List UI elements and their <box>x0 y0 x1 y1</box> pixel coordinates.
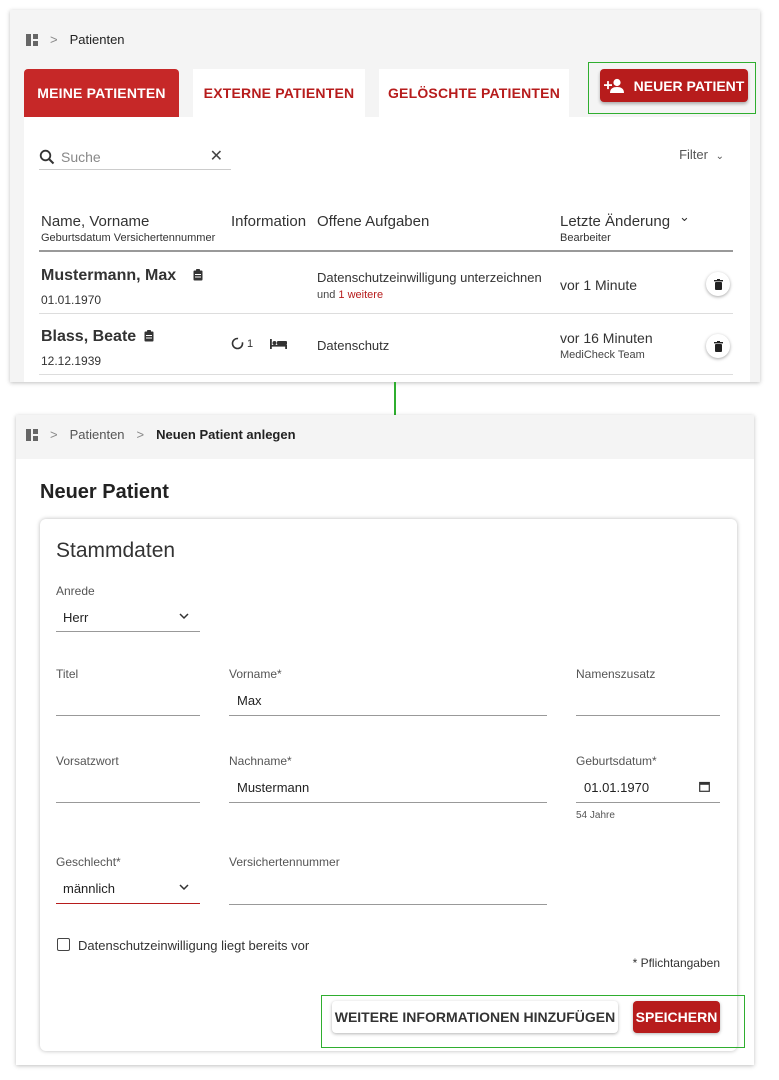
search-placeholder: Suche <box>61 148 101 165</box>
trash-icon <box>713 340 723 352</box>
tab-geloeschte-patienten[interactable]: GELÖSCHTE PATIENTEN <box>379 69 569 117</box>
patient-birthdate: 12.12.1939 <box>41 354 102 368</box>
nachname-underline <box>229 802 547 803</box>
delete-button[interactable] <box>706 272 730 296</box>
chevron-down-icon: ⌄ <box>715 151 724 162</box>
breadcrumb: > Patienten <box>26 32 125 47</box>
row-divider <box>39 313 733 314</box>
open-task: Datenschutz <box>317 338 390 353</box>
cycle-icon <box>231 337 244 350</box>
column-header-name[interactable]: Name, Vorname <box>41 213 149 230</box>
new-patient-panel: > Patienten > Neuen Patient anlegen Neue… <box>16 415 754 1065</box>
open-task-more: und 1 weitere <box>317 289 383 301</box>
vorsatzwort-label: Vorsatzwort <box>56 754 119 768</box>
nachname-label: Nachname* <box>229 754 292 768</box>
chevron-down-icon[interactable] <box>179 884 189 891</box>
namenszusatz-label: Namenszusatz <box>576 667 656 681</box>
section-title: Stammdaten <box>56 539 176 562</box>
highlight-form-buttons <box>321 995 745 1048</box>
titel-underline <box>56 715 200 716</box>
dashboard-icon[interactable] <box>26 33 38 46</box>
consent-label[interactable]: Datenschutzeinwilligung liegt bereits vo… <box>78 938 309 953</box>
open-task-more-link[interactable]: 1 weitere <box>338 289 383 301</box>
titel-label: Titel <box>56 667 79 681</box>
patient-name[interactable]: Mustermann, Max <box>41 267 176 285</box>
sort-chevron-icon[interactable]: ⌄ <box>679 209 690 225</box>
vorname-input[interactable]: Max <box>237 693 262 708</box>
versichertennummer-label: Versichertennummer <box>229 855 340 869</box>
geburtsdatum-label: Geburtsdatum* <box>576 754 657 768</box>
last-changed: vor 1 Minute <box>560 277 638 293</box>
breadcrumb-separator: > <box>50 32 58 47</box>
editor: MediCheck Team <box>560 349 645 361</box>
breadcrumb-bar: > Patienten > Neuen Patient anlegen <box>16 415 754 459</box>
vorname-label: Vorname* <box>229 667 282 681</box>
search-field[interactable]: Suche ✕ <box>39 144 231 170</box>
anrede-label: Anrede <box>56 584 95 598</box>
tab-meine-patienten[interactable]: MEINE PATIENTEN <box>24 69 179 117</box>
filter-label: Filter <box>679 147 708 162</box>
info-badge: 1 <box>231 337 253 350</box>
geschlecht-underline <box>56 903 200 904</box>
breadcrumb: > Patienten > Neuen Patient anlegen <box>26 427 296 442</box>
required-note: * Pflichtangaben <box>632 956 720 970</box>
column-header-information[interactable]: Information <box>231 213 306 230</box>
breadcrumb-separator: > <box>50 427 58 442</box>
versichertennummer-underline <box>229 904 547 905</box>
dashboard-icon[interactable] <box>26 428 38 441</box>
clear-search-icon[interactable]: ✕ <box>210 146 223 166</box>
open-task: Datenschutzeinwilligung unterzeichnen <box>317 270 542 285</box>
clipboard-icon <box>193 269 203 281</box>
consent-checkbox[interactable] <box>57 938 70 951</box>
delete-button[interactable] <box>706 334 730 358</box>
calendar-icon[interactable] <box>699 781 710 792</box>
last-changed: vor 16 Minuten <box>560 330 653 346</box>
tab-externe-patienten[interactable]: EXTERNE PATIENTEN <box>193 69 365 117</box>
bed-icon <box>270 339 287 349</box>
age-hint: 54 Jahre <box>576 810 615 821</box>
column-subheader-name: Geburtsdatum Versichertennummer <box>41 232 216 244</box>
stammdaten-card: Stammdaten Anrede Herr Titel Vorname* Ma… <box>40 519 737 1051</box>
open-task-more-prefix: und <box>317 289 336 301</box>
vorsatzwort-underline <box>56 802 200 803</box>
column-subheader-editor: Bearbeiter <box>560 232 611 244</box>
geschlecht-select[interactable]: männlich <box>63 881 115 896</box>
clipboard-icon <box>144 330 154 342</box>
patient-list-panel: > Patienten MEINE PATIENTEN EXTERNE PATI… <box>10 10 760 382</box>
page-title: Neuer Patient <box>40 481 169 503</box>
anrede-select[interactable]: Herr <box>63 610 88 625</box>
breadcrumb-current: Neuen Patient anlegen <box>156 427 296 442</box>
geburtsdatum-underline <box>576 802 720 803</box>
namenszusatz-underline <box>576 715 720 716</box>
row-divider <box>39 374 733 375</box>
breadcrumb-current: Patienten <box>69 32 125 47</box>
info-count: 1 <box>247 337 254 350</box>
search-icon <box>39 149 55 164</box>
column-header-tasks[interactable]: Offene Aufgaben <box>317 213 429 230</box>
nachname-input[interactable]: Mustermann <box>237 780 309 795</box>
header-divider <box>39 250 733 252</box>
anrede-underline <box>56 631 200 632</box>
vorname-underline <box>229 715 547 716</box>
column-header-changed[interactable]: Letzte Änderung <box>560 213 670 230</box>
highlight-new-patient <box>588 62 756 114</box>
trash-icon <box>713 278 723 290</box>
patient-list-body: Suche ✕ Filter ⌄ Name, Vorname Geburtsda… <box>24 117 750 382</box>
geschlecht-label: Geschlecht* <box>56 855 121 869</box>
filter-dropdown[interactable]: Filter ⌄ <box>679 147 724 162</box>
chevron-down-icon[interactable] <box>179 613 189 620</box>
geburtsdatum-input[interactable]: 01.01.1970 <box>584 780 649 795</box>
patient-name[interactable]: Blass, Beate <box>41 328 136 346</box>
patient-birthdate: 01.01.1970 <box>41 293 102 307</box>
breadcrumb-separator: > <box>136 427 145 442</box>
breadcrumb-parent[interactable]: Patienten <box>70 427 125 442</box>
